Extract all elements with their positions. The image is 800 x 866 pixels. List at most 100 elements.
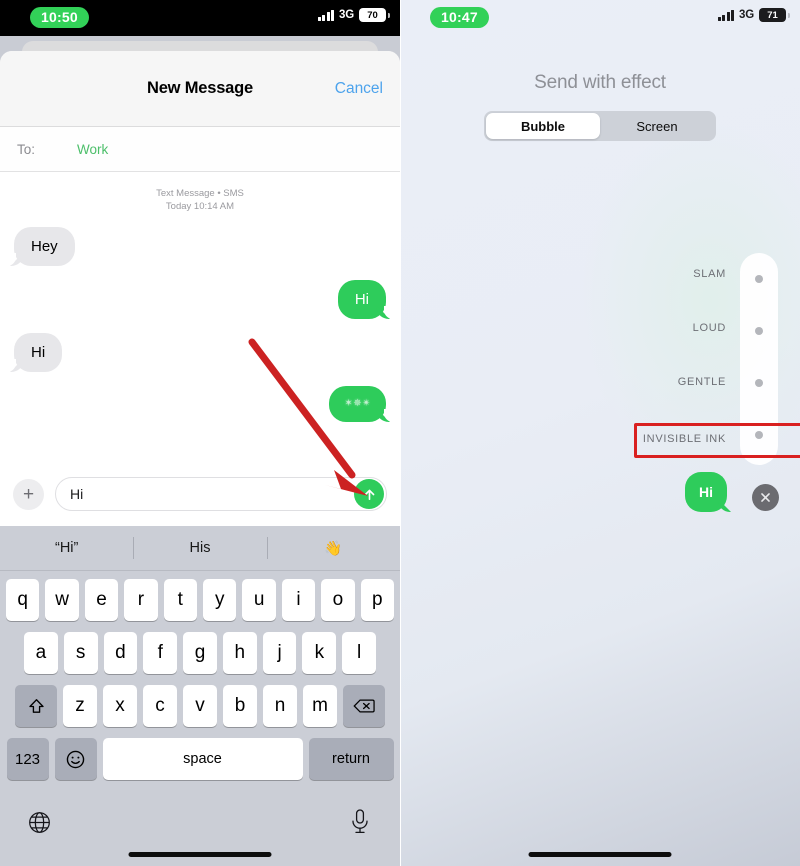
screenshot-stage: 10:50 3G 70 New Message Cancel To: Work … [0,0,800,866]
predictive-suggestion-bar: “Hi” His 👋 [0,526,400,571]
key-n[interactable]: n [263,685,297,727]
key-v[interactable]: v [183,685,217,727]
status-time-pill: 10:47 [430,7,489,28]
microphone-icon[interactable] [348,808,372,841]
left-status-bar: 10:50 3G 70 [0,0,400,36]
key-d[interactable]: d [103,632,138,674]
send-arrow-up-icon[interactable] [354,479,384,509]
status-indicators: 3G 71 [717,8,790,22]
battery-level-label: 70 [367,9,378,21]
network-label: 3G [739,9,754,21]
keyboard-row-1: q w e r t y u i o p [3,579,397,621]
return-key[interactable]: return [308,738,394,780]
message-bubble-outgoing[interactable]: Hi [337,280,394,319]
key-f[interactable]: f [143,632,178,674]
key-h[interactable]: h [222,632,257,674]
send-with-effect-title: Send with effect [534,72,666,93]
key-y[interactable]: y [203,579,237,621]
numbers-key[interactable]: 123 [6,738,49,780]
status-time-pill: 10:50 [30,7,89,28]
thread-meta: Text Message • SMS Today 10:14 AM [0,187,400,213]
battery-level-label: 71 [767,9,778,21]
on-screen-keyboard: “Hi” His 👋 q w e r t y u i o p a s d f g… [0,526,400,866]
battery-icon: 71 [759,8,790,22]
effect-preview-bubble[interactable]: Hi [685,472,727,512]
right-phone-panel: 10:47 3G 71 Send with effect Bubble Scre… [400,0,800,866]
suggestion-item[interactable]: His [133,540,266,556]
smiley-face-icon[interactable] [54,738,97,780]
backspace-delete-icon[interactable] [343,685,385,727]
home-indicator[interactable] [128,852,272,857]
key-o[interactable]: o [321,579,355,621]
key-c[interactable]: c [143,685,177,727]
message-bubble-incoming[interactable]: Hey [7,227,75,266]
key-z[interactable]: z [63,685,97,727]
page-title: New Message [146,79,254,97]
signal-bars-icon [717,9,735,21]
key-e[interactable]: e [84,579,119,621]
effect-radio-loud[interactable] [755,327,763,335]
recipient-label: To: [17,141,36,157]
message-row: Hi [0,280,400,319]
suggestion-item[interactable]: “Hi” [0,540,133,556]
key-k[interactable]: k [302,632,337,674]
message-text-value: Hi [70,486,84,502]
key-p[interactable]: p [360,579,395,621]
space-key[interactable]: space [102,738,303,780]
message-row: ✶✵✴ [0,386,400,422]
cancel-button[interactable]: Cancel [335,80,383,98]
status-indicators: 3G 70 [317,8,390,22]
key-l[interactable]: l [342,632,377,674]
key-a[interactable]: a [23,632,58,674]
key-w[interactable]: w [45,579,79,621]
key-t[interactable]: t [163,579,197,621]
navigation-bar: New Message Cancel [0,51,400,127]
keyboard-bottom-bar [0,796,400,866]
message-input-bar: + Hi [0,462,400,526]
key-g[interactable]: g [183,632,217,674]
highlight-annotation-box [634,423,800,458]
panel-divider [400,0,401,866]
key-i[interactable]: i [281,579,316,621]
effect-type-segmented-control: Bubble Screen [484,111,716,141]
close-x-icon[interactable] [752,484,779,511]
key-j[interactable]: j [262,632,297,674]
add-attachment-button[interactable]: + [13,478,44,510]
message-row: Hi [0,333,400,372]
new-message-sheet: New Message Cancel To: Work Text Message… [0,51,400,526]
signal-bars-icon [317,9,335,21]
tab-bubble[interactable]: Bubble [486,113,600,139]
shift-arrow-icon[interactable] [15,685,57,727]
globe-language-icon[interactable] [27,810,52,840]
keyboard-row-2: a s d f g h j k l [3,632,397,674]
suggestion-item-emoji[interactable]: 👋 [267,540,400,557]
keyboard-row-4: 123 space return [3,738,397,780]
key-m[interactable]: m [303,685,337,727]
effect-radio-slam[interactable] [755,275,763,283]
key-u[interactable]: u [242,579,276,621]
key-r[interactable]: r [124,579,158,621]
network-label: 3G [339,9,354,21]
effect-option-loud[interactable]: LOUD [693,322,726,334]
effect-radio-gentle[interactable] [755,379,763,387]
message-bubble-invisible-ink[interactable]: ✶✵✴ [329,386,393,422]
home-indicator[interactable] [528,852,672,857]
battery-icon: 70 [359,8,390,22]
message-bubble-incoming[interactable]: Hi [6,333,63,372]
left-phone-panel: 10:50 3G 70 New Message Cancel To: Work … [0,0,400,866]
effect-option-gentle[interactable]: GENTLE [678,376,726,388]
key-b[interactable]: b [223,685,257,727]
message-row: Hey [0,227,400,266]
recipient-value[interactable]: Work [77,142,108,157]
effect-option-slam[interactable]: SLAM [693,268,726,280]
right-status-bar: 10:47 3G 71 [400,0,800,36]
tab-screen[interactable]: Screen [600,113,714,139]
thread-meta-type: Text Message • SMS [156,188,244,199]
key-s[interactable]: s [63,632,98,674]
thread-meta-time: Today 10:14 AM [165,201,235,212]
message-text-field[interactable]: Hi [55,477,387,511]
recipient-field[interactable]: To: Work [0,127,400,172]
key-q[interactable]: q [5,579,40,621]
key-x[interactable]: x [103,685,137,727]
keyboard-rows: q w e r t y u i o p a s d f g h j k l z … [0,571,400,780]
